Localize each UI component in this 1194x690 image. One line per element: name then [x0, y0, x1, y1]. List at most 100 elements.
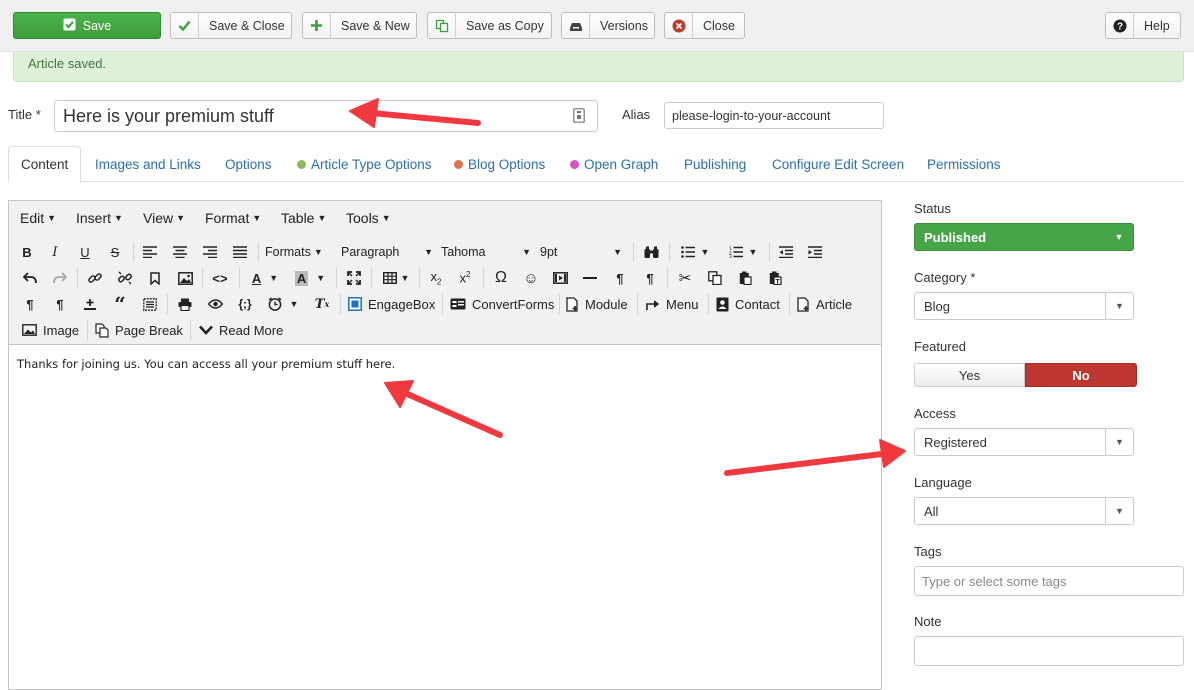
featured-yes-button[interactable]: Yes	[914, 363, 1025, 387]
font-family-select[interactable]: Tahoma ▼	[441, 241, 531, 263]
tags-input[interactable]	[914, 566, 1184, 596]
language-select[interactable]: All ▼	[914, 497, 1134, 525]
tab-publishing[interactable]: Publishing	[684, 146, 746, 182]
align-justify-icon[interactable]	[230, 241, 250, 263]
svg-text:3: 3	[729, 254, 732, 258]
align-center-icon[interactable]	[170, 241, 190, 263]
help-button[interactable]: ? Help	[1105, 12, 1181, 39]
menu-table[interactable]: Table ▼	[281, 210, 326, 226]
tab-article-type-options[interactable]: Article Type Options	[297, 146, 432, 182]
rtl-icon[interactable]: ¶	[640, 267, 660, 289]
note-input[interactable]	[914, 636, 1184, 666]
align-right-icon[interactable]	[200, 241, 220, 263]
contact-button[interactable]: Contact	[716, 293, 780, 315]
text-color-icon[interactable]: A ▼	[247, 267, 283, 289]
background-color-icon[interactable]: A ▼	[292, 267, 328, 289]
language-value: All	[924, 503, 939, 519]
save-close-button[interactable]: Save & Close	[170, 12, 292, 39]
page-break-button[interactable]: Page Break	[95, 319, 183, 341]
paste-text-icon[interactable]: T	[765, 267, 785, 289]
tab-content[interactable]: Content	[8, 146, 82, 183]
tab-permissions[interactable]: Permissions	[927, 146, 1001, 182]
copy-editor-icon[interactable]	[705, 267, 725, 289]
save-button[interactable]: Save	[13, 12, 161, 39]
preview-icon[interactable]	[205, 293, 225, 315]
menu-insert-label: Insert	[76, 210, 112, 226]
bullet-list-icon[interactable]: ▼	[677, 241, 713, 263]
menu-insert[interactable]: Insert ▼	[76, 210, 123, 226]
alias-input[interactable]	[664, 102, 884, 129]
strikethrough-icon[interactable]: S	[105, 241, 125, 263]
tab-images-links-label: Images and Links	[95, 156, 201, 172]
convertforms-button[interactable]: ConvertForms	[450, 293, 554, 315]
print-icon[interactable]	[175, 293, 195, 315]
indent-icon[interactable]	[805, 241, 825, 263]
menu-view[interactable]: View ▼	[143, 210, 185, 226]
read-more-button[interactable]: Read More	[199, 319, 283, 341]
menu-format[interactable]: Format ▼	[205, 210, 261, 226]
paste-icon[interactable]	[735, 267, 755, 289]
formats-dropdown[interactable]: Formats ▼	[265, 241, 323, 263]
save-copy-button[interactable]: Save as Copy	[427, 12, 552, 39]
bookmark-icon[interactable]	[145, 267, 165, 289]
close-button[interactable]: Close	[664, 12, 745, 39]
tab-options[interactable]: Options	[225, 146, 272, 182]
insert-datetime-icon[interactable]: ▼	[265, 293, 301, 315]
template-code-icon[interactable]: {;}	[234, 293, 256, 315]
save-new-button[interactable]: Save & New	[302, 12, 417, 39]
menu-tools-label: Tools	[346, 210, 379, 226]
align-left-icon[interactable]	[140, 241, 160, 263]
alert-message: Article saved.	[28, 56, 107, 71]
source-code-icon[interactable]: <>	[209, 267, 231, 289]
access-select[interactable]: Registered ▼	[914, 428, 1134, 456]
redo-icon[interactable]	[50, 267, 70, 289]
tab-publishing-label: Publishing	[684, 156, 747, 172]
featured-no-button[interactable]: No	[1025, 363, 1137, 387]
numbered-list-icon[interactable]: 1 2 3 ▼	[725, 241, 761, 263]
tab-blog-options[interactable]: Blog Options	[454, 146, 545, 182]
bold-icon[interactable]: B	[17, 241, 37, 263]
visual-blocks-icon[interactable]	[140, 293, 160, 315]
italic-icon[interactable]: I	[45, 241, 65, 263]
paragraph-ltr-icon[interactable]: ¶	[20, 293, 40, 315]
menu-edit[interactable]: Edit ▼	[20, 210, 56, 226]
media-icon[interactable]	[550, 267, 570, 289]
outdent-icon[interactable]	[776, 241, 796, 263]
category-select[interactable]: Blog ▼	[914, 292, 1134, 320]
title-input[interactable]	[54, 100, 598, 132]
underline-icon[interactable]: U	[75, 241, 95, 263]
tab-open-graph[interactable]: Open Graph	[570, 146, 658, 182]
clear-formatting-icon[interactable]: Tx	[312, 293, 332, 315]
special-character-icon[interactable]: Ω	[491, 267, 511, 289]
subscript-icon[interactable]: x2	[426, 267, 446, 289]
image-button[interactable]: Image	[22, 319, 79, 341]
table-icon[interactable]: ▼	[379, 267, 413, 289]
editor-content[interactable]: Thanks for joining us. You can access al…	[17, 357, 395, 371]
engagebox-button[interactable]: EngageBox	[348, 293, 435, 315]
link-icon[interactable]	[85, 267, 105, 289]
emoticons-icon[interactable]: ☺	[521, 267, 541, 289]
menu-button[interactable]: Menu	[646, 293, 699, 315]
insert-image-icon[interactable]	[175, 267, 195, 289]
blockquote-icon[interactable]: “	[110, 292, 130, 316]
status-select[interactable]: Published ▼	[914, 223, 1134, 251]
versions-button[interactable]: Versions	[561, 12, 655, 39]
unlink-icon[interactable]	[115, 267, 135, 289]
module-button[interactable]: Module	[566, 293, 628, 315]
superscript-icon[interactable]: x2	[455, 267, 475, 289]
fullscreen-icon[interactable]	[344, 267, 364, 289]
block-format-select[interactable]: Paragraph ▼	[341, 241, 433, 263]
language-code-icon[interactable]	[573, 108, 585, 126]
tab-configure-edit-screen[interactable]: Configure Edit Screen	[772, 146, 904, 182]
tab-images-links[interactable]: Images and Links	[95, 146, 201, 182]
horizontal-line-icon[interactable]	[580, 267, 600, 289]
insert-before-icon[interactable]	[80, 293, 100, 315]
undo-icon[interactable]	[20, 267, 40, 289]
paragraph-rtl-icon[interactable]: ¶	[50, 293, 70, 315]
menu-tools[interactable]: Tools ▼	[346, 210, 391, 226]
font-size-select[interactable]: 9pt ▼	[540, 241, 622, 263]
ltr-icon[interactable]: ¶	[610, 267, 630, 289]
find-replace-icon[interactable]	[641, 241, 661, 263]
article-button[interactable]: Article	[797, 293, 852, 315]
cut-icon[interactable]: ✂	[675, 267, 695, 289]
